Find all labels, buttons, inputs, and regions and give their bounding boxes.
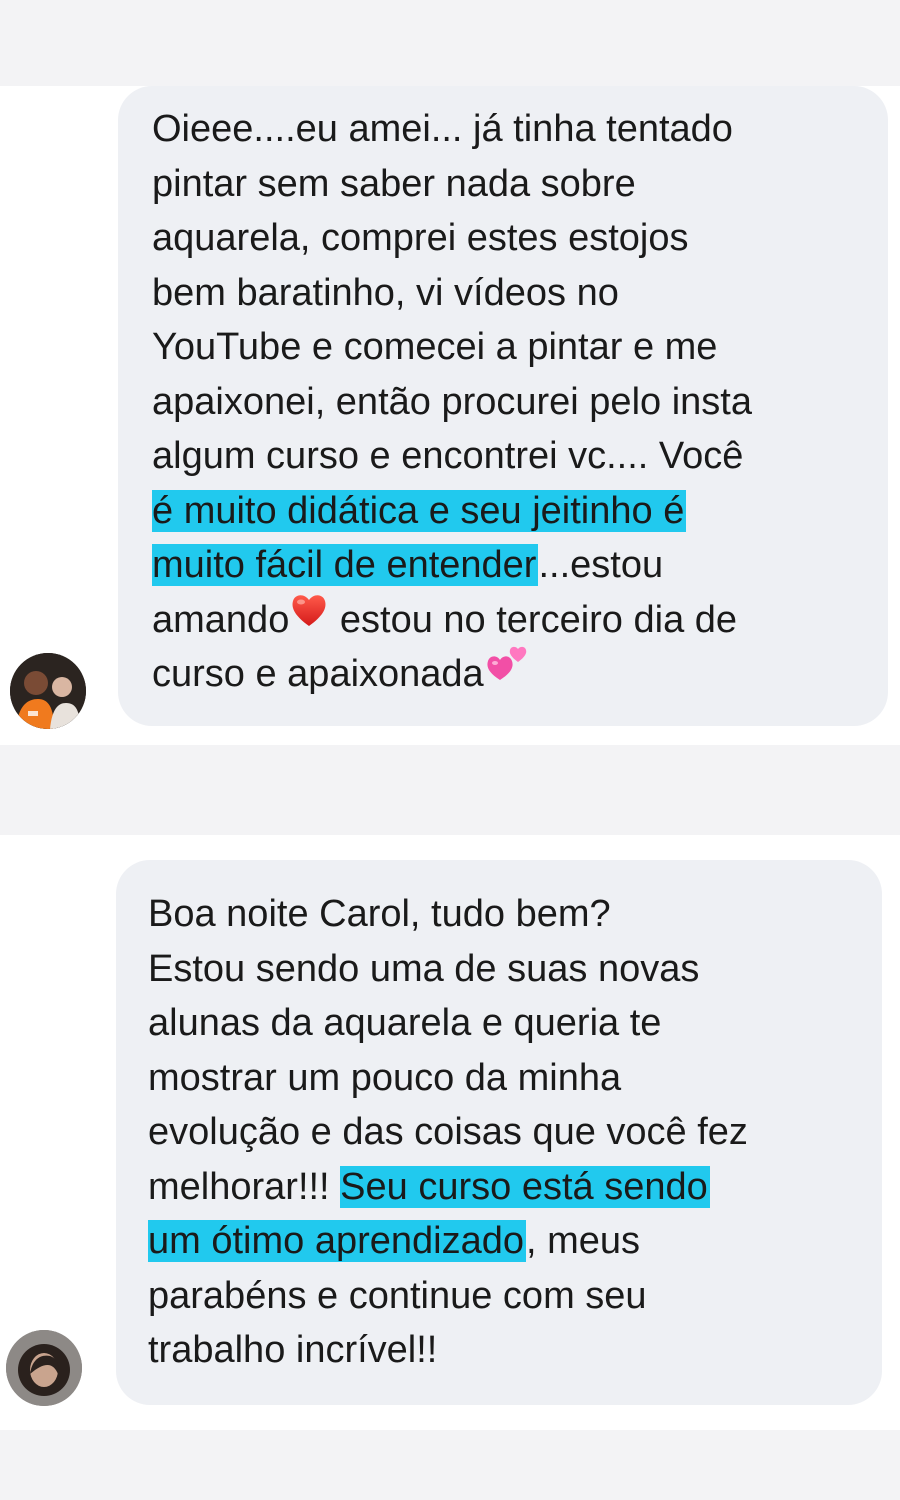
message-fragment: , meus xyxy=(526,1220,641,1262)
avatar[interactable] xyxy=(10,653,86,729)
message-line: algum curso e encontrei vc.... Você xyxy=(152,435,744,477)
avatar[interactable] xyxy=(6,1330,82,1406)
two-hearts-icon xyxy=(484,640,532,704)
message-line: Oieee....eu amei... já tinha tentado xyxy=(152,108,733,150)
message-line: YouTube e comecei a pintar e me xyxy=(152,326,718,368)
message-line: parabéns e continue com seu xyxy=(148,1274,647,1317)
message-fragment: amando xyxy=(152,598,290,641)
message-line: é muito didática e seu jeitinho é xyxy=(152,484,752,539)
message-line: apaixonei, então procurei pelo insta xyxy=(152,380,752,423)
top-separator xyxy=(0,0,900,86)
message-line: Boa noite Carol, tudo bem? xyxy=(148,893,611,935)
bottom-separator xyxy=(0,1430,900,1500)
message-bubble-1[interactable]: Oieee....eu amei... já tinha tentado pin… xyxy=(118,86,888,726)
message-line: trabalho incrível!! xyxy=(148,1329,438,1371)
highlighted-text: muito fácil de entender xyxy=(152,544,539,586)
message-fragment: ...estou xyxy=(538,544,664,586)
message-fragment: melhorar!!! xyxy=(148,1165,341,1208)
message-text-2: Boa noite Carol, tudo bem? Estou sendo u… xyxy=(148,887,748,1378)
message-line: pintar sem saber nada sobre xyxy=(152,162,636,205)
message-line: curso e apaixonada xyxy=(152,647,752,702)
message-fragment: curso e apaixonada xyxy=(152,653,484,695)
message-line: melhorar!!! Seu curso está sendo xyxy=(148,1160,748,1215)
message-line: muito fácil de entender...estou xyxy=(152,538,752,593)
message-text-1: Oieee....eu amei... já tinha tentado pin… xyxy=(152,102,752,702)
message-line: amando estou no terceiro dia de xyxy=(152,593,752,648)
message-fragment: estou no terceiro dia de xyxy=(329,598,738,641)
message-line: um ótimo aprendizado, meus xyxy=(148,1214,748,1269)
message-line: Estou sendo uma de suas novas xyxy=(148,947,700,990)
message-line: mostrar um pouco da minha xyxy=(148,1056,622,1099)
highlighted-text: é muito didática e seu jeitinho é xyxy=(152,489,687,532)
highlighted-text: um ótimo aprendizado xyxy=(148,1220,526,1262)
highlighted-text: Seu curso está sendo xyxy=(340,1165,710,1208)
message-line: bem baratinho, vi vídeos no xyxy=(152,271,619,314)
red-heart-icon xyxy=(289,590,329,646)
message-bubble-2[interactable]: Boa noite Carol, tudo bem? Estou sendo u… xyxy=(116,860,882,1405)
middle-separator xyxy=(0,745,900,835)
message-line: evolução e das coisas que você fez xyxy=(148,1111,748,1153)
message-line: alunas da aquarela e queria te xyxy=(148,1002,662,1044)
message-line: aquarela, comprei estes estojos xyxy=(152,217,689,259)
